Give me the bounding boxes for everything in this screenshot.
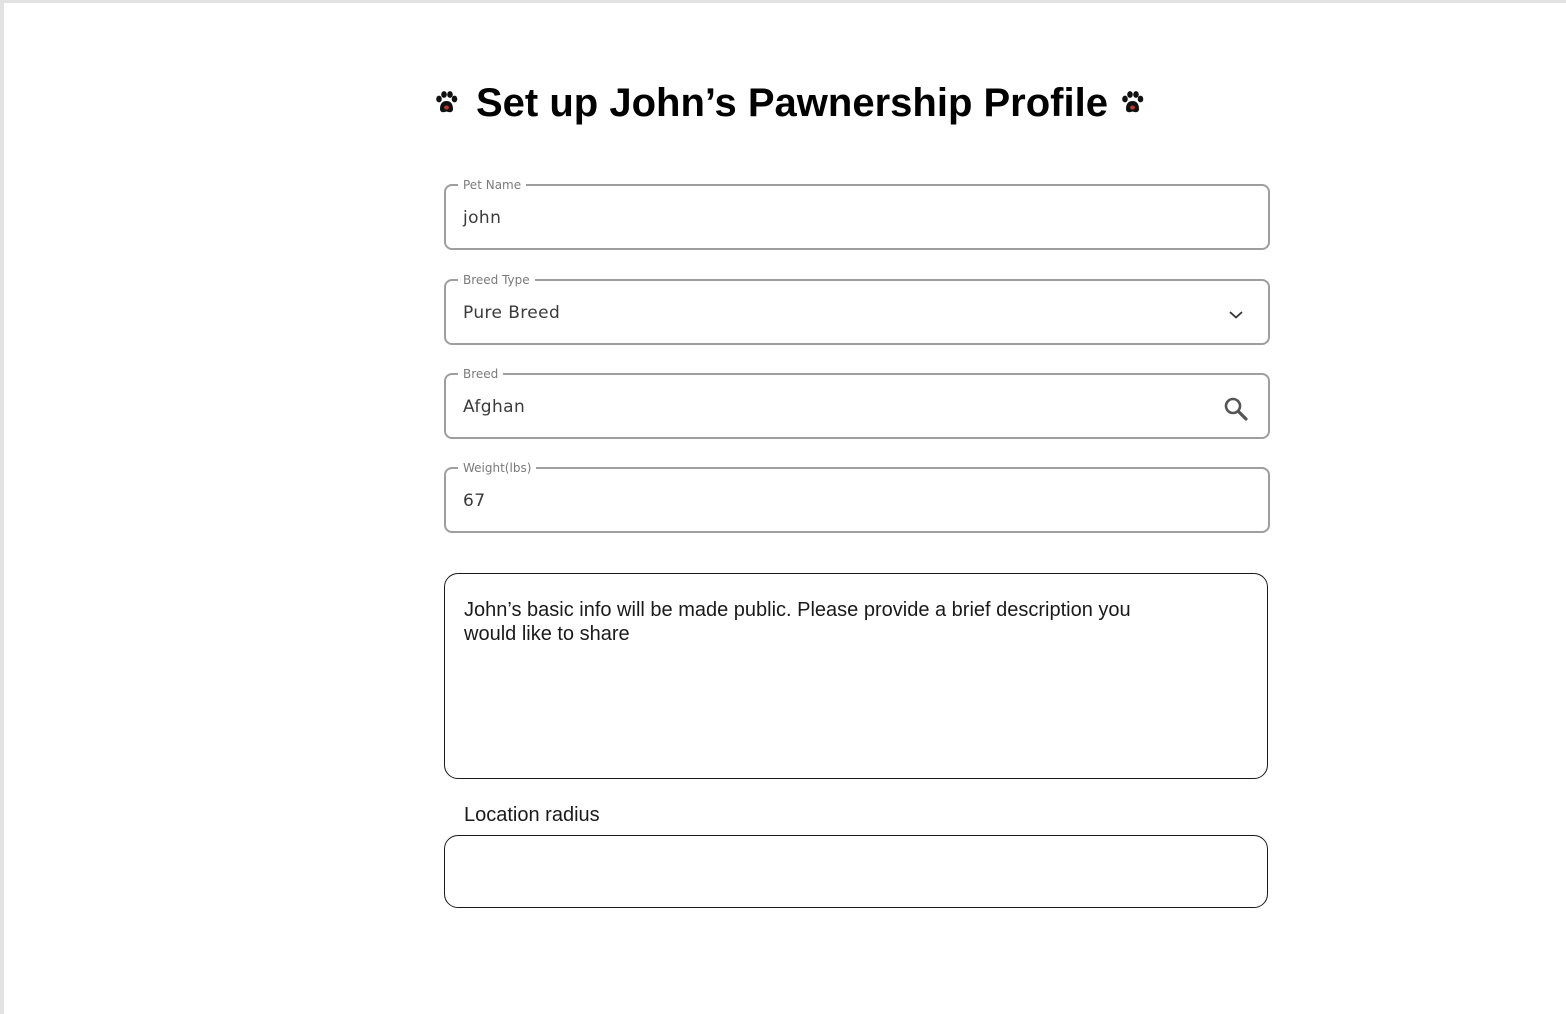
page-title: Set up John’s Pawnership Profile [476, 80, 1108, 125]
breed-value[interactable]: Afghan [463, 397, 525, 417]
location-radius-label: Location radius [464, 804, 600, 826]
weight-value[interactable]: 67 [463, 491, 485, 511]
location-radius-input[interactable] [444, 835, 1268, 908]
pet-name-label: Pet Name [458, 177, 527, 193]
breed-type-select[interactable]: Breed Type Pure Breed [444, 272, 1270, 345]
weight-label: Weight(lbs) [458, 460, 537, 476]
breed-type-label: Breed Type [458, 272, 535, 288]
search-icon[interactable] [1222, 395, 1250, 423]
pet-name-value[interactable]: john [463, 208, 501, 228]
page-header: Set up John’s Pawnership Profile [432, 77, 1146, 129]
page-frame: Set up John’s Pawnership Profile Pet Nam… [0, 0, 1566, 1014]
paw-icon [432, 89, 460, 117]
paw-icon [1118, 89, 1146, 117]
breed-type-value[interactable]: Pure Breed [463, 303, 560, 323]
breed-search-field[interactable]: Breed Afghan [444, 366, 1270, 439]
breed-label: Breed [458, 366, 504, 382]
description-prompt: John’s basic info will be made public. P… [464, 599, 1131, 645]
description-textarea[interactable]: John’s basic info will be made public. P… [444, 573, 1268, 779]
weight-field[interactable]: Weight(lbs) 67 [444, 460, 1270, 533]
chevron-down-icon[interactable] [1222, 301, 1250, 329]
pet-name-field[interactable]: Pet Name john [444, 177, 1270, 250]
